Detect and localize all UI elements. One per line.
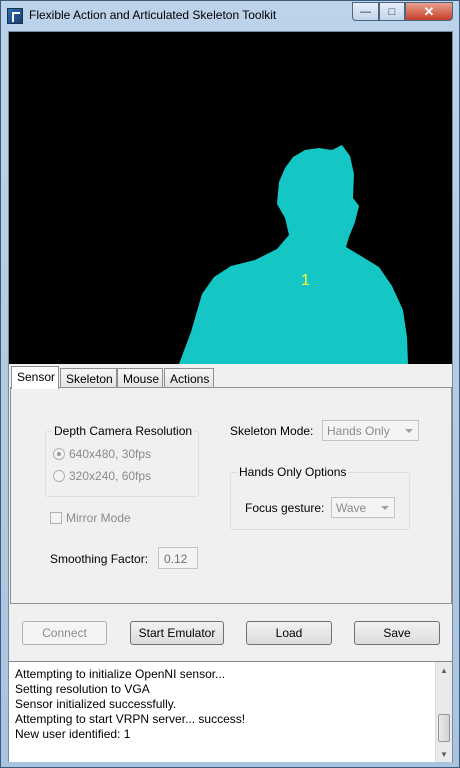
user-id-label: 1	[301, 272, 310, 289]
client-area: 1 Sensor Skeleton Mouse Actions Depth Ca…	[8, 31, 453, 762]
log-output[interactable]: Attempting to initialize OpenNI sensor..…	[9, 661, 452, 762]
radio-unselected-icon	[53, 470, 65, 482]
title-bar[interactable]: Flexible Action and Articulated Skeleton…	[1, 1, 459, 31]
scrollbar-thumb[interactable]	[438, 714, 450, 742]
radio-640x480[interactable]: 640x480, 30fps	[53, 447, 151, 461]
radio-label: 320x240, 60fps	[69, 469, 152, 483]
scroll-up-icon[interactable]: ▲	[436, 662, 452, 679]
log-line: New user identified: 1	[15, 727, 131, 741]
mirror-mode-checkbox[interactable]: Mirror Mode	[50, 511, 131, 525]
depth-resolution-group: Depth Camera Resolution 640x480, 30fps 3…	[45, 424, 199, 497]
window-title: Flexible Action and Articulated Skeleton…	[29, 8, 277, 22]
minimize-icon: —	[360, 5, 371, 18]
tab-sensor[interactable]: Sensor	[11, 366, 59, 389]
skeleton-mode-value: Hands Only	[327, 424, 390, 438]
chevron-down-icon	[405, 429, 413, 433]
depth-resolution-title: Depth Camera Resolution	[52, 424, 195, 438]
tab-skeleton[interactable]: Skeleton	[60, 368, 117, 388]
log-line: Attempting to initialize OpenNI sensor..…	[15, 667, 226, 681]
maximize-button[interactable]: □	[379, 2, 405, 21]
save-button[interactable]: Save	[354, 621, 440, 645]
skeleton-mode-label: Skeleton Mode:	[230, 424, 314, 438]
radio-selected-icon	[53, 448, 65, 460]
user-silhouette	[179, 145, 408, 364]
hands-only-options-group: Hands Only Options Focus gesture: Wave	[230, 465, 410, 530]
load-button[interactable]: Load	[246, 621, 332, 645]
scroll-down-icon[interactable]: ▼	[436, 746, 452, 762]
app-window: Flexible Action and Articulated Skeleton…	[0, 0, 460, 768]
tab-mouse[interactable]: Mouse	[117, 368, 163, 388]
smoothing-factor-input[interactable]: 0.12	[158, 547, 198, 569]
checkbox-icon	[50, 512, 62, 524]
radio-label: 640x480, 30fps	[69, 447, 152, 461]
focus-gesture-label: Focus gesture:	[245, 501, 325, 515]
connect-button[interactable]: Connect	[22, 621, 107, 645]
skeleton-mode-select[interactable]: Hands Only	[322, 420, 419, 441]
depth-camera-view: 1	[9, 32, 452, 364]
log-line: Sensor initialized successfully.	[15, 697, 177, 711]
hands-only-options-title: Hands Only Options	[237, 465, 349, 479]
maximize-icon: □	[388, 5, 396, 18]
log-scrollbar[interactable]: ▲ ▼	[435, 662, 452, 762]
tab-bar: Sensor Skeleton Mouse Actions	[9, 366, 452, 389]
app-icon	[7, 8, 23, 24]
mirror-mode-label: Mirror Mode	[66, 511, 131, 525]
start-emulator-button[interactable]: Start Emulator	[130, 621, 224, 645]
focus-gesture-value: Wave	[336, 501, 367, 515]
smoothing-factor-label: Smoothing Factor:	[50, 552, 149, 566]
minimize-button[interactable]: —	[352, 2, 379, 21]
close-icon: ✕	[423, 3, 435, 19]
chevron-down-icon	[381, 506, 389, 510]
log-line: Setting resolution to VGA	[15, 682, 150, 696]
focus-gesture-select[interactable]: Wave	[331, 497, 395, 518]
log-line: Attempting to start VRPN server... succe…	[15, 712, 246, 726]
radio-320x240[interactable]: 320x240, 60fps	[53, 469, 151, 483]
tab-actions[interactable]: Actions	[164, 368, 214, 388]
sensor-panel: Depth Camera Resolution 640x480, 30fps 3…	[10, 387, 452, 604]
close-button[interactable]: ✕	[405, 2, 453, 21]
